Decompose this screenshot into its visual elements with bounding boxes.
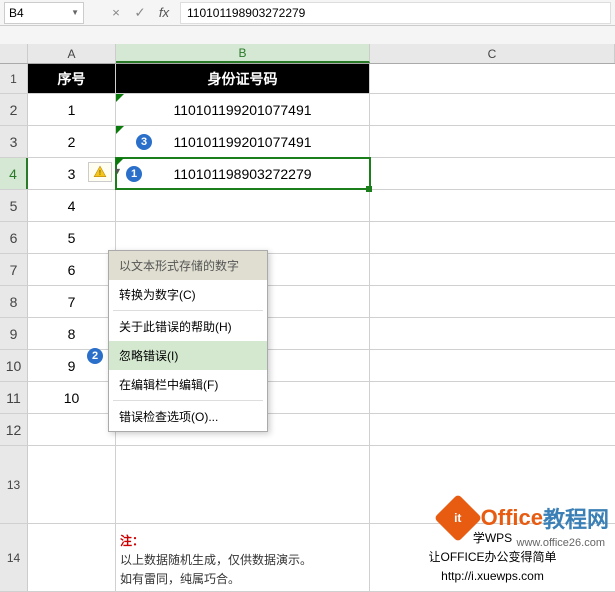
- cell[interactable]: [370, 254, 615, 285]
- watermark-url: www.office26.com: [517, 537, 605, 549]
- row-header[interactable]: 10: [0, 350, 28, 381]
- watermark-logo-icon: it: [434, 494, 482, 542]
- cell-seq[interactable]: 7: [28, 286, 116, 317]
- wps-line3: http://i.xuewps.com: [441, 567, 544, 586]
- menu-convert-number[interactable]: 转换为数字(C): [109, 280, 267, 309]
- cell[interactable]: [370, 286, 615, 317]
- cell-id[interactable]: [116, 222, 370, 253]
- row-header[interactable]: 3: [0, 126, 28, 157]
- cell-header-id[interactable]: 身份证号码: [116, 64, 370, 93]
- row-header[interactable]: 2: [0, 94, 28, 125]
- menu-error-options[interactable]: 错误检查选项(O)...: [109, 402, 267, 431]
- col-header-a[interactable]: A: [28, 44, 116, 63]
- wps-line2: 让OFFICE办公变得简单: [429, 548, 557, 567]
- cell-id[interactable]: 3 110101199201077491: [116, 126, 370, 157]
- cell-id-selected[interactable]: ! ▼ 1 110101198903272279: [116, 158, 370, 189]
- cell[interactable]: [370, 64, 615, 93]
- row-header[interactable]: 9: [0, 318, 28, 349]
- row-header[interactable]: 5: [0, 190, 28, 221]
- cell-seq[interactable]: 8: [28, 318, 116, 349]
- cell[interactable]: [28, 446, 116, 523]
- row-header[interactable]: 11: [0, 382, 28, 413]
- chevron-down-icon[interactable]: ▼: [113, 166, 122, 176]
- menu-edit-formula-bar[interactable]: 在编辑栏中编辑(F): [109, 370, 267, 399]
- cell[interactable]: [370, 382, 615, 413]
- menu-help[interactable]: 关于此错误的帮助(H): [109, 312, 267, 341]
- cell-id-value: 110101199201077491: [173, 134, 311, 150]
- name-box[interactable]: B4 ▼: [4, 2, 84, 24]
- cell[interactable]: [116, 446, 370, 523]
- watermark-text2: 教程网: [543, 502, 609, 534]
- cell[interactable]: [370, 126, 615, 157]
- row-header[interactable]: 8: [0, 286, 28, 317]
- name-box-value: B4: [9, 6, 24, 20]
- formula-bar: B4 ▼ × ✓ fx 110101198903272279: [0, 0, 615, 26]
- fill-handle[interactable]: [366, 186, 372, 192]
- watermark: it Office 教程网: [441, 501, 609, 535]
- cell-id[interactable]: [116, 190, 370, 221]
- error-context-menu: 以文本形式存储的数字 转换为数字(C) 关于此错误的帮助(H) 2 忽略错误(I…: [108, 250, 268, 432]
- error-indicator[interactable]: !: [88, 162, 112, 182]
- cell-seq[interactable]: 2: [28, 126, 116, 157]
- cell[interactable]: [28, 414, 116, 445]
- row-header[interactable]: 1: [0, 64, 28, 93]
- formula-value: 110101198903272279: [187, 6, 305, 20]
- annotation-marker-1: 1: [126, 166, 142, 182]
- chevron-down-icon[interactable]: ▼: [71, 8, 79, 17]
- column-headers: A B C: [0, 44, 615, 64]
- cancel-icon[interactable]: ×: [104, 2, 128, 24]
- annotation-marker-3: 3: [136, 134, 152, 150]
- cell-seq[interactable]: 5: [28, 222, 116, 253]
- cell-seq[interactable]: 4: [28, 190, 116, 221]
- row-header[interactable]: 12: [0, 414, 28, 445]
- cell[interactable]: [370, 350, 615, 381]
- row-header[interactable]: 4: [0, 158, 28, 189]
- cell[interactable]: [28, 524, 116, 591]
- cell[interactable]: [370, 414, 615, 445]
- menu-ignore-error[interactable]: 2 忽略错误(I): [109, 341, 267, 370]
- fx-button[interactable]: fx: [152, 2, 176, 24]
- row-header[interactable]: 13: [0, 446, 28, 523]
- row-header[interactable]: 7: [0, 254, 28, 285]
- note-line1: 以上数据随机生成，仅供数据演示。: [120, 553, 312, 567]
- cell[interactable]: [370, 222, 615, 253]
- note-title: 注：: [120, 534, 144, 548]
- cell-seq[interactable]: 6: [28, 254, 116, 285]
- watermark-text1: Office: [481, 505, 543, 531]
- col-header-b[interactable]: B: [116, 44, 370, 63]
- cell-seq[interactable]: 1: [28, 94, 116, 125]
- row-header[interactable]: 6: [0, 222, 28, 253]
- confirm-icon[interactable]: ✓: [128, 2, 152, 24]
- annotation-marker-2: 2: [87, 348, 103, 364]
- cell[interactable]: [370, 318, 615, 349]
- menu-ignore-label: 忽略错误(I): [119, 347, 178, 364]
- col-header-c[interactable]: C: [370, 44, 615, 63]
- cell[interactable]: [370, 158, 615, 189]
- row-header[interactable]: 14: [0, 524, 28, 591]
- note-line2: 如有雷同，纯属巧合。: [120, 572, 240, 586]
- cell-seq[interactable]: 10: [28, 382, 116, 413]
- note-cell[interactable]: 注： 以上数据随机生成，仅供数据演示。 如有雷同，纯属巧合。: [116, 524, 370, 591]
- cell[interactable]: [370, 94, 615, 125]
- menu-header: 以文本形式存储的数字: [109, 251, 267, 280]
- select-all-corner[interactable]: [0, 44, 28, 63]
- cell[interactable]: [370, 190, 615, 221]
- formula-input[interactable]: 110101198903272279: [180, 2, 611, 24]
- cell-id-value: 110101198903272279: [173, 166, 311, 182]
- cell-id[interactable]: 110101199201077491: [116, 94, 370, 125]
- svg-text:!: !: [99, 170, 101, 177]
- cell-header-seq[interactable]: 序号: [28, 64, 116, 93]
